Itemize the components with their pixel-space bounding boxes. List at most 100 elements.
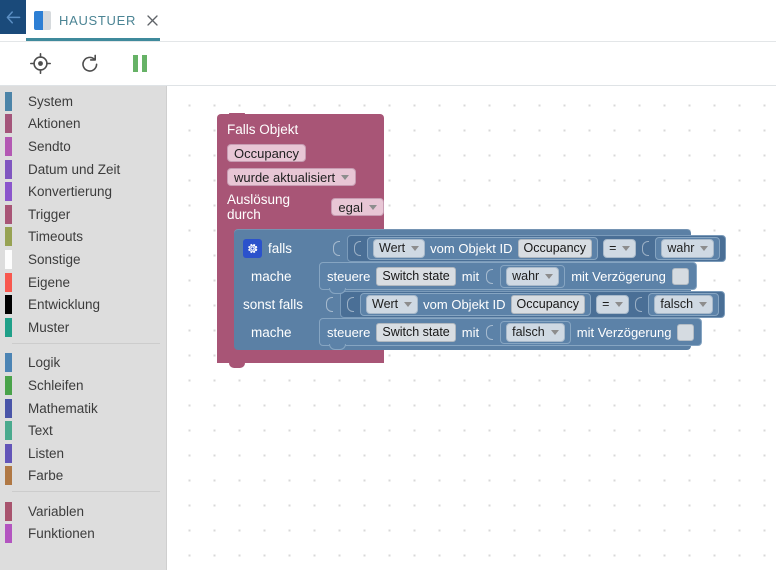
category-color-swatch (5, 398, 12, 418)
delay-checkbox-1[interactable] (671, 267, 689, 285)
sidebar-item-label: Mathematik (28, 400, 98, 416)
controls-if-block[interactable]: falls Wert vom Objekt ID Occupancy = wah… (234, 229, 727, 350)
sidebar-item-variablen[interactable]: Variablen (0, 500, 166, 523)
value-socket (485, 265, 494, 287)
trigger-condition-dropdown[interactable]: wurde aktualisiert (227, 168, 357, 186)
category-color-swatch (5, 295, 12, 315)
sidebar-item-eigene[interactable]: Eigene (0, 271, 166, 294)
chevron-down-icon (615, 301, 624, 307)
get-value-block-2[interactable]: Wert vom Objekt ID Occupancy (360, 292, 592, 316)
control-target-field-1[interactable]: Switch state (376, 266, 456, 286)
editor-toolbar (0, 42, 776, 86)
sidebar-item-system[interactable]: System (0, 90, 166, 113)
if-condition-row-2: sonst falls Wert vom Objekt ID Occupancy… (234, 290, 726, 318)
operator-dropdown-1[interactable]: = (603, 238, 637, 258)
sidebar-item-datum-und-zeit[interactable]: Datum und Zeit (0, 158, 166, 181)
toolbox-separator (0, 491, 166, 500)
boolean-block-1[interactable]: wahr (655, 236, 721, 260)
value-type-label-2: Wert (372, 297, 399, 311)
elseif-label: sonst falls (243, 296, 304, 312)
control-target-field-2[interactable]: Switch state (376, 322, 456, 342)
delay-checkbox-2[interactable] (677, 323, 695, 341)
sidebar-item-timeouts[interactable]: Timeouts (0, 226, 166, 249)
tab-haustuer[interactable]: HAUSTUER (26, 0, 170, 40)
script-icon (34, 10, 51, 30)
value-socket (332, 237, 341, 259)
trigger-block[interactable]: Falls Objekt Occupancy wurde aktualisier… (217, 113, 727, 368)
boolean-dropdown-2[interactable]: falsch (654, 294, 714, 314)
sidebar-item-label: Listen (28, 445, 65, 461)
control-value-block-2[interactable]: falsch (500, 320, 571, 344)
control-value-dropdown-2[interactable]: falsch (506, 322, 565, 342)
if-statement-row-2: mache steuere Switch state mit falsch mi… (234, 318, 703, 350)
chevron-down-icon (545, 273, 554, 279)
chevron-down-icon (341, 174, 350, 180)
locate-button[interactable] (28, 52, 52, 76)
logic-compare-block-2[interactable]: Wert vom Objekt ID Occupancy = falsch (340, 290, 726, 318)
trigger-block-title: Falls Objekt (227, 122, 299, 137)
boolean-block-2[interactable]: falsch (648, 292, 720, 316)
control-block-1[interactable]: steuere Switch state mit wahr mit Verzög… (319, 262, 697, 294)
reload-button[interactable] (78, 52, 102, 76)
control-value-1: wahr (512, 269, 540, 283)
logic-compare-block-1[interactable]: Wert vom Objekt ID Occupancy = wahr (347, 234, 727, 262)
object-id-field-2[interactable]: Occupancy (510, 294, 586, 314)
sidebar-item-funktionen[interactable]: Funktionen (0, 523, 166, 546)
category-color-swatch (5, 182, 12, 202)
trigger-object-id-field[interactable]: Occupancy (227, 144, 307, 162)
close-icon[interactable] (144, 12, 160, 28)
sidebar-item-logik[interactable]: Logik (0, 352, 166, 375)
sidebar-item-label: Datum und Zeit (28, 161, 121, 177)
trigger-object-row: Occupancy (217, 141, 384, 165)
tab-active-indicator (26, 38, 160, 41)
blockly-canvas[interactable]: Falls Objekt Occupancy wurde aktualisier… (167, 86, 776, 570)
category-color-swatch (5, 421, 12, 441)
sidebar-item-text[interactable]: Text (0, 419, 166, 442)
sidebar-item-sonstige[interactable]: Sonstige (0, 248, 166, 271)
delay-label-2: mit Verzögerung (576, 324, 672, 340)
sidebar-item-schleifen[interactable]: Schleifen (0, 374, 166, 397)
sidebar-item-mathematik[interactable]: Mathematik (0, 397, 166, 420)
category-color-swatch (5, 353, 12, 373)
do-label-1: mache (251, 268, 292, 284)
crosshair-icon (29, 53, 51, 74)
sidebar-item-entwicklung[interactable]: Entwicklung (0, 293, 166, 316)
block-notch (229, 113, 245, 118)
sidebar-item-label: Text (28, 423, 53, 439)
trigger-by-dropdown[interactable]: egal (331, 198, 384, 216)
sidebar-item-farbe[interactable]: Farbe (0, 465, 166, 488)
value-socket (485, 321, 494, 343)
control-value-dropdown-1[interactable]: wahr (506, 266, 560, 286)
value-type-dropdown-1[interactable]: Wert (373, 238, 426, 258)
blockly-toolbox: System Aktionen Sendto Datum und Zeit Ko… (0, 86, 167, 570)
boolean-dropdown-1[interactable]: wahr (661, 238, 715, 258)
category-color-swatch (5, 114, 12, 134)
block-notch (229, 363, 245, 368)
sidebar-item-trigger[interactable]: Trigger (0, 203, 166, 226)
control-block-2[interactable]: steuere Switch state mit falsch mit Verz… (319, 318, 703, 350)
operator-dropdown-2[interactable]: = (596, 294, 630, 314)
if-label: falls (268, 240, 293, 256)
sidebar-item-muster[interactable]: Muster (0, 316, 166, 339)
trigger-condition-row: wurde aktualisiert (217, 165, 384, 189)
gear-icon[interactable] (243, 238, 262, 258)
sidebar-item-sendto[interactable]: Sendto (0, 135, 166, 158)
value-socket (641, 237, 650, 259)
operator-label-2: = (602, 297, 610, 311)
operator-label-1: = (609, 241, 617, 255)
with-label-2: mit (461, 324, 480, 340)
value-socket (353, 237, 362, 259)
get-value-block-1[interactable]: Wert vom Objekt ID Occupancy (367, 236, 599, 260)
pause-icon (133, 55, 147, 72)
pause-button[interactable] (128, 52, 152, 76)
sidebar-item-listen[interactable]: Listen (0, 442, 166, 465)
control-value-block-1[interactable]: wahr (500, 264, 566, 288)
value-type-dropdown-2[interactable]: Wert (366, 294, 419, 314)
sidebar-item-konvertierung[interactable]: Konvertierung (0, 180, 166, 203)
control-label-1: steuere (327, 268, 371, 284)
if-statement-row-1: mache steuere Switch state mit wahr mit … (234, 262, 697, 294)
object-id-field-1[interactable]: Occupancy (517, 238, 593, 258)
sidebar-item-aktionen[interactable]: Aktionen (0, 113, 166, 136)
back-button[interactable] (0, 0, 26, 34)
delay-label-1: mit Verzögerung (571, 268, 666, 284)
